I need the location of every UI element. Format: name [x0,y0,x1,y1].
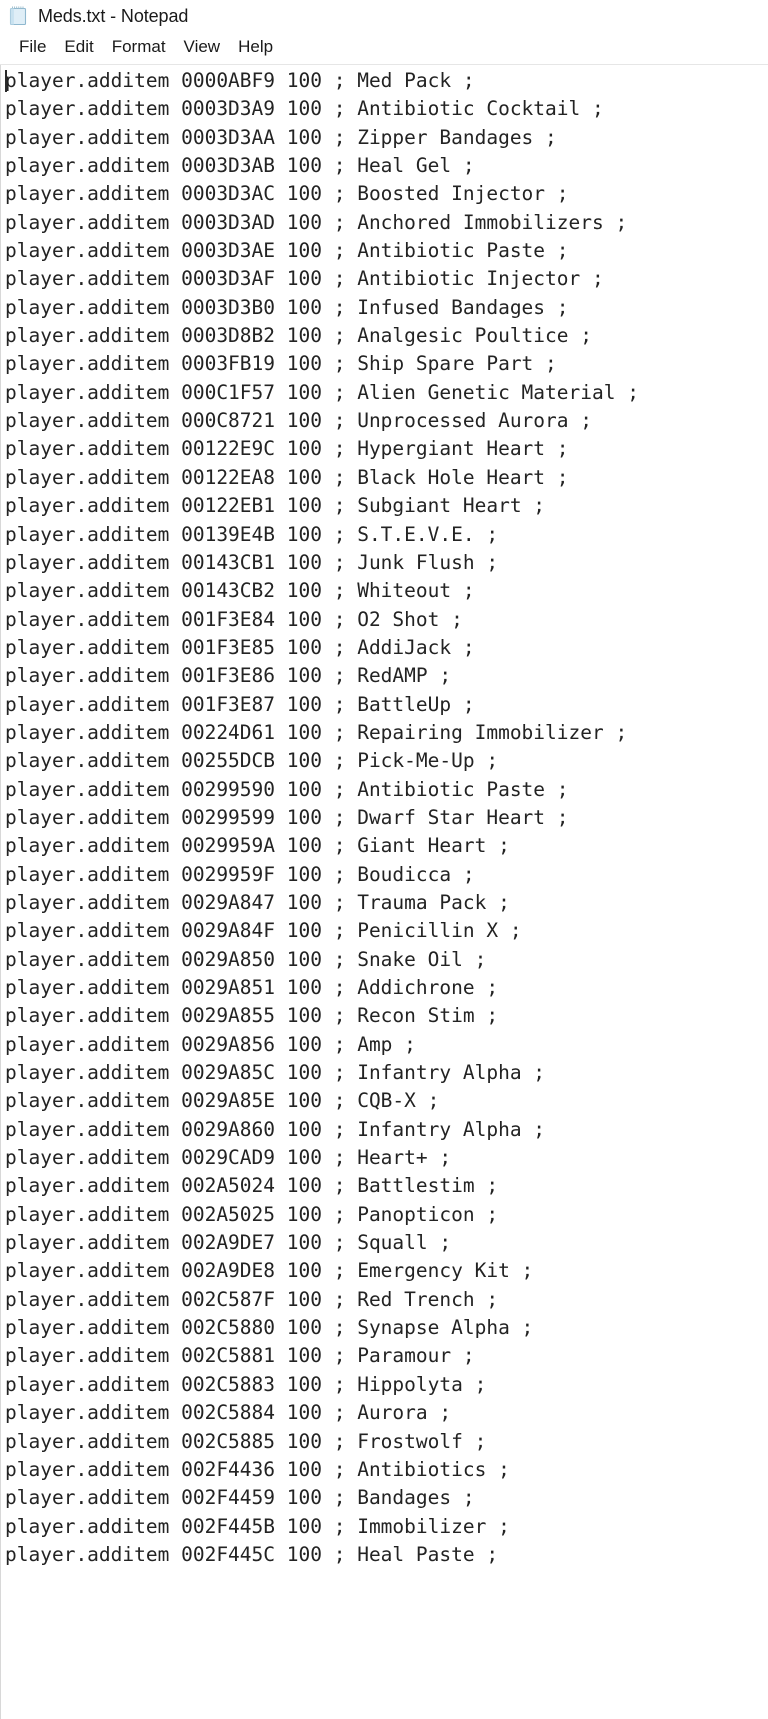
text-line: player.additem 0003D3AA 100 ; Zipper Ban… [5,125,557,149]
text-line: player.additem 0003D3AB 100 ; Heal Gel ; [5,154,475,178]
text-line: player.additem 0003FB19 100 ; Ship Spare… [5,352,557,376]
text-line: player.additem 002A9DE7 100 ; Squall ; [5,1231,452,1255]
text-line: player.additem 0029A85E 100 ; CQB-X ; [5,1089,440,1113]
text-line: player.additem 000C1F57 100 ; Alien Gene… [5,380,639,404]
menu-item-file[interactable]: File [10,36,55,60]
text-line: player.additem 00255DCB 100 ; Pick-Me-Up… [5,749,499,773]
text-line: player.additem 00143CB2 100 ; Whiteout ; [5,579,475,603]
text-line: player.additem 00122E9C 100 ; Hypergiant… [5,437,569,461]
text-line: player.additem 002C587F 100 ; Red Trench… [5,1287,499,1311]
text-line: player.additem 00122EB1 100 ; Subgiant H… [5,494,546,518]
menu-item-view[interactable]: View [175,36,230,60]
text-line: player.additem 0029A850 100 ; Snake Oil … [5,947,487,971]
menu-item-edit[interactable]: Edit [55,36,102,60]
text-line: player.additem 0003D3B0 100 ; Infused Ba… [5,295,569,319]
text-line: player.additem 0029A847 100 ; Trauma Pac… [5,890,510,914]
text-line: player.additem 00139E4B 100 ; S.T.E.V.E.… [5,522,499,546]
text-line: player.additem 0003D3AF 100 ; Antibiotic… [5,267,604,291]
text-line: player.additem 0000ABF9 100 ; Med Pack ; [5,69,475,92]
menu-bar: File Edit Format View Help [0,32,768,65]
text-line: player.additem 0029CAD9 100 ; Heart+ ; [5,1146,452,1170]
text-line: player.additem 002C5885 100 ; Frostwolf … [5,1429,487,1453]
title-bar: Meds.txt - Notepad [0,0,768,32]
notepad-window: Meds.txt - Notepad File Edit Format View… [0,0,768,1719]
text-line: player.additem 0029959F 100 ; Boudicca ; [5,862,475,886]
text-line: player.additem 001F3E86 100 ; RedAMP ; [5,664,452,688]
text-line: player.additem 002F4459 100 ; Bandages ; [5,1486,475,1510]
text-line: player.additem 002A5024 100 ; Battlestim… [5,1174,499,1198]
text-line: player.additem 0029A855 100 ; Recon Stim… [5,1004,499,1028]
text-line: player.additem 0029959A 100 ; Giant Hear… [5,834,510,858]
text-line: player.additem 002C5884 100 ; Aurora ; [5,1401,452,1425]
text-line: player.additem 001F3E87 100 ; BattleUp ; [5,692,475,716]
text-line: player.additem 0029A856 100 ; Amp ; [5,1032,416,1056]
text-line: player.additem 002C5880 100 ; Synapse Al… [5,1316,534,1340]
text-line: player.additem 002C5881 100 ; Paramour ; [5,1344,475,1368]
text-line: player.additem 0003D3AC 100 ; Boosted In… [5,182,569,206]
text-line: player.additem 00299590 100 ; Antibiotic… [5,777,569,801]
document-text[interactable]: player.additem 0000ABF9 100 ; Med Pack ;… [5,65,768,1569]
text-line: player.additem 002F445B 100 ; Immobilize… [5,1514,510,1538]
text-line: player.additem 002F445C 100 ; Heal Paste… [5,1542,499,1566]
text-line: player.additem 00122EA8 100 ; Black Hole… [5,465,569,489]
text-line: player.additem 002F4436 100 ; Antibiotic… [5,1457,510,1481]
text-line: player.additem 00224D61 100 ; Repairing … [5,720,628,744]
text-line: player.additem 0003D3AD 100 ; Anchored I… [5,210,628,234]
text-line: player.additem 00299599 100 ; Dwarf Star… [5,805,569,829]
text-line: player.additem 0003D8B2 100 ; Analgesic … [5,324,592,348]
text-line: player.additem 001F3E85 100 ; AddiJack ; [5,635,475,659]
text-line: player.additem 0029A860 100 ; Infantry A… [5,1117,546,1141]
text-editor-area[interactable]: player.additem 0000ABF9 100 ; Med Pack ;… [0,65,768,1719]
text-line: player.additem 0029A85C 100 ; Infantry A… [5,1061,546,1085]
text-line: player.additem 0029A851 100 ; Addichrone… [5,976,499,999]
text-line: player.additem 0003D3A9 100 ; Antibiotic… [5,97,604,121]
menu-item-format[interactable]: Format [103,36,175,60]
text-line: player.additem 000C8721 100 ; Unprocesse… [5,409,592,433]
notepad-icon [8,5,30,27]
window-title: Meds.txt - Notepad [38,5,189,26]
text-line: player.additem 002A5025 100 ; Panopticon… [5,1202,499,1226]
text-line: player.additem 0003D3AE 100 ; Antibiotic… [5,239,569,263]
menu-item-help[interactable]: Help [229,36,282,60]
text-line: player.additem 002A9DE8 100 ; Emergency … [5,1259,534,1283]
text-line: player.additem 0029A84F 100 ; Penicillin… [5,919,522,943]
text-line: player.additem 002C5883 100 ; Hippolyta … [5,1372,487,1396]
text-line: player.additem 00143CB1 100 ; Junk Flush… [5,550,499,574]
text-line: player.additem 001F3E84 100 ; O2 Shot ; [5,607,463,631]
